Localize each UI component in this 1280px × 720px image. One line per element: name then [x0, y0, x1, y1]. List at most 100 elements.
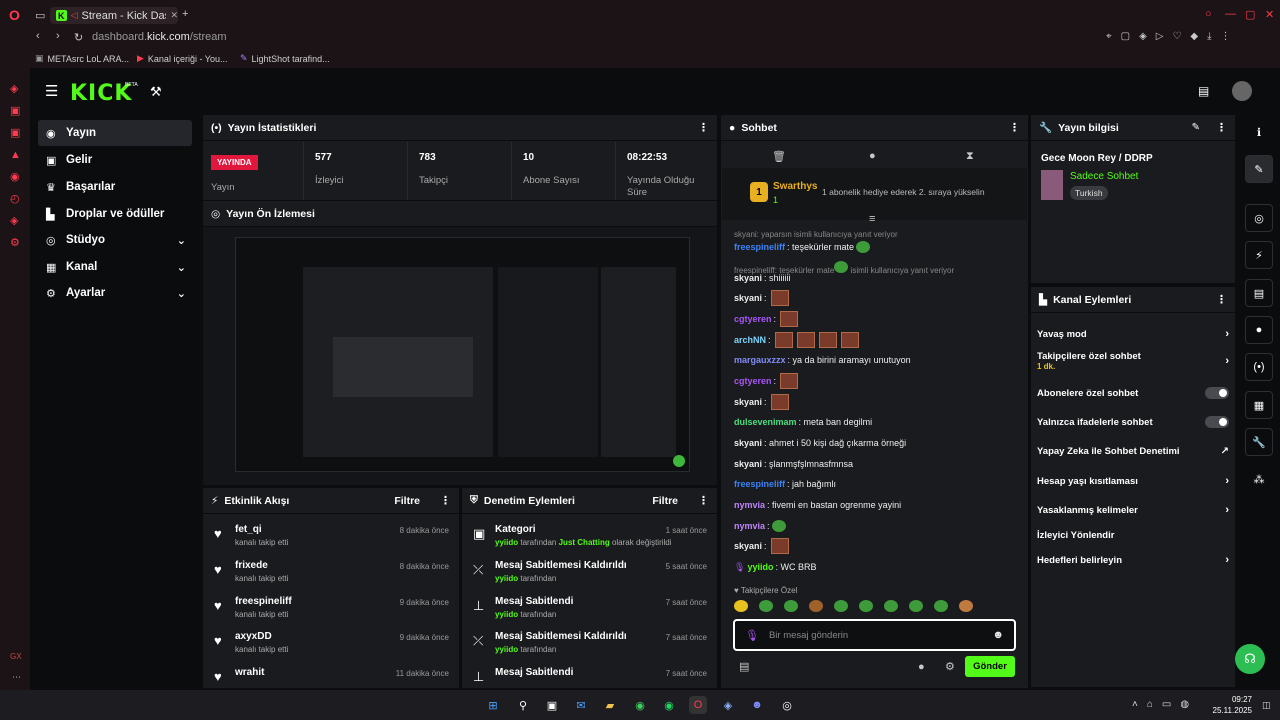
broadcast-icon[interactable]: (•) — [1245, 353, 1273, 381]
chat-message[interactable]: skyani: — [734, 538, 789, 554]
chat-message[interactable]: cgtyeren: — [734, 373, 799, 389]
toggle-switch[interactable] — [1205, 416, 1229, 428]
notification-icon[interactable]: ◫ — [1262, 700, 1271, 711]
moderation-item[interactable]: ⊥ Mesaj Sabitlendi yyiido tarafından 7 saat… — [462, 596, 717, 632]
store-icon[interactable]: ▤ — [739, 660, 749, 673]
chat-message[interactable]: skyani: şlanmşfşlmnasfmnsa — [734, 457, 853, 471]
close-tab-icon[interactable]: ✕ — [170, 10, 178, 21]
activity-item[interactable]: ♥ axyxDD kanalı takip etti 9 dakika önce — [203, 631, 459, 667]
store-icon[interactable]: ▤ — [1198, 84, 1209, 98]
moderation-filter-button[interactable]: Filtre — [652, 495, 678, 507]
action-sub-chat[interactable]: Abonelere özel sohbet — [1037, 382, 1229, 404]
chat-message[interactable]: nymvia: — [734, 519, 786, 533]
menu-icon[interactable]: ☰ — [45, 82, 58, 100]
folder-icon[interactable]: ▰ — [601, 696, 619, 714]
chat-message[interactable]: margauxzzx: ya da birini aramayı unutuyo… — [734, 353, 911, 367]
stream-preview-video[interactable] — [203, 227, 717, 485]
action-account-age[interactable]: Hesap yaşı kısıtlaması › — [1037, 470, 1229, 492]
chat-message[interactable]: archNN: — [734, 332, 859, 348]
moderation-item[interactable]: ⤫ Mesaj Sabitlemesi Kaldırıldı yyiido tara… — [462, 560, 717, 596]
bolt-icon[interactable]: ⚡ — [1245, 241, 1273, 269]
kick-logo[interactable]: KICK — [70, 81, 132, 106]
activity-item[interactable]: ♥ frixede kanalı takip etti 8 dakika önce — [203, 560, 459, 596]
chat-expand-icon[interactable]: ≡ — [869, 213, 875, 225]
more-icon[interactable]: ⋮ — [698, 121, 709, 134]
bookmark-1[interactable]: ▣ METAsrc LoL ARA... — [35, 53, 129, 64]
chat-message[interactable]: skyani: ahmet i 50 kişi dağ çıkarma örne… — [734, 436, 906, 450]
moderation-item[interactable]: ▣ Kategori yyiido tarafından Just Chatting… — [462, 524, 717, 560]
nav-settings[interactable]: ⚙ Ayarlar ⌄ — [38, 280, 192, 306]
support-icon[interactable]: ☊ — [1235, 644, 1265, 674]
chat-message[interactable]: skyani: — [734, 290, 789, 306]
more-icon[interactable]: ⋮ — [1216, 293, 1227, 306]
clock[interactable]: 09:27 25.11.2025 — [1212, 694, 1252, 716]
bookmark-2[interactable]: ▶ Kanal içeriği - You... — [137, 53, 227, 64]
minimize-icon[interactable]: — — [1225, 8, 1236, 20]
chat-settings-bubble-icon[interactable]: ● — [918, 661, 925, 673]
preview-icon[interactable]: ◎ — [1245, 204, 1273, 232]
network-app-icon[interactable]: ◈ — [719, 696, 737, 714]
search-icon[interactable]: ○ — [1205, 8, 1212, 20]
chat-message[interactable]: skyani: shiiiiii — [734, 271, 791, 285]
action-follower-chat[interactable]: Takipçilere özel sohbet 1 dk. › — [1037, 351, 1229, 375]
action-banned-words[interactable]: Yasaklanmış kelimeler › — [1037, 499, 1229, 521]
chat-message[interactable]: freespineliff: teşekürler mate — [734, 240, 871, 254]
activity-filter-button[interactable]: Filtre — [394, 495, 420, 507]
action-goals[interactable]: Hedefleri belirleyin › — [1037, 549, 1229, 571]
chat-icon[interactable]: ● — [1245, 316, 1273, 344]
whatsapp-icon[interactable]: ◉ — [631, 696, 649, 714]
toggle-switch[interactable] — [1205, 387, 1229, 399]
action-emote-only[interactable]: Yalnızca ifadelerle sohbet — [1037, 411, 1229, 433]
spotify-icon[interactable]: ◉ — [660, 696, 678, 714]
edit-icon[interactable]: ✎ — [1192, 122, 1200, 133]
search-icon[interactable]: ⚲ — [514, 696, 532, 714]
sidebar-more-icon[interactable]: ⋯ — [12, 672, 21, 683]
chat-message[interactable]: cgtyeren: — [734, 311, 799, 327]
tab-icon[interactable]: ▭ — [35, 9, 45, 22]
maximize-icon[interactable]: ▢ — [1245, 8, 1255, 21]
action-slow-mode[interactable]: Yavaş mod › — [1037, 323, 1229, 345]
mic-icon[interactable]: 🎙 — [745, 629, 759, 642]
sidebar-app-icons[interactable]: ◈ ▣ ▣ ▲ ◉ ◴ ◈ ⚙ — [10, 78, 21, 254]
more-icon[interactable]: ⋮ — [1009, 121, 1020, 134]
action-ai-moderation[interactable]: Yapay Zeka ile Sohbet Denetimi ↗ — [1037, 440, 1229, 462]
edit-icon[interactable]: ✎ — [1245, 155, 1273, 183]
more-icon[interactable]: ⋮ — [440, 494, 451, 507]
steam-icon[interactable]: ◎ — [778, 696, 796, 714]
activity-item[interactable]: ♥ freespineliff kanalı takip etti 9 dakika … — [203, 596, 459, 632]
opera-logo-icon[interactable]: O — [9, 7, 20, 23]
more-icon[interactable]: ⋮ — [1216, 121, 1227, 134]
chat-input[interactable]: 🎙 Bir mesaj gönderin ☻ — [733, 619, 1016, 651]
mail-icon[interactable]: ✉ — [572, 696, 590, 714]
apps-icon[interactable]: ⁂ — [1245, 465, 1273, 493]
chat-message[interactable]: skyani: — [734, 394, 789, 410]
nav-revenue[interactable]: ▣ Gelir — [38, 147, 192, 173]
browser-toolbar-icons[interactable]: ⌖▢◈▷♡◆⤓⋮ — [1106, 31, 1240, 42]
chat-message[interactable]: 🎙 yyiido: WC BRB — [734, 560, 816, 574]
chat-bubble-icon[interactable]: ● — [869, 150, 876, 162]
avatar[interactable] — [1232, 81, 1252, 101]
send-button[interactable]: Gönder — [965, 656, 1015, 677]
layout-icon[interactable]: ▦ — [1245, 391, 1273, 419]
more-icon[interactable]: ⋮ — [698, 494, 709, 507]
nav-achievements[interactable]: ♛ Başarılar — [38, 174, 192, 200]
store-app-icon[interactable]: ▣ — [543, 696, 561, 714]
reload-icon[interactable]: ↻ — [74, 31, 83, 44]
url-field[interactable]: dashboard.kick.com/stream — [92, 31, 227, 43]
document-icon[interactable]: ▤ — [1245, 279, 1273, 307]
info-icon[interactable]: ℹ — [1245, 118, 1273, 146]
trash-icon[interactable]: 🗑 — [772, 150, 786, 163]
opera-gx-icon[interactable]: O — [689, 696, 707, 714]
hammer-icon[interactable]: ⚒ — [150, 84, 162, 100]
chat-message[interactable]: dulsevenimam: meta ban degilmi — [734, 415, 872, 429]
activity-item[interactable]: ♥ wrahit 11 dakika önce — [203, 667, 459, 687]
discord-icon[interactable]: ☻ — [748, 696, 766, 714]
activity-item[interactable]: ♥ fet_qi kanalı takip etti 8 dakika önce — [203, 524, 459, 560]
emoji-icon[interactable]: ☻ — [992, 629, 1004, 641]
back-icon[interactable]: ‹ — [36, 30, 40, 42]
close-window-icon[interactable]: ✕ — [1265, 8, 1274, 21]
bookmark-3[interactable]: ✎ LightShot tarafind... — [240, 53, 330, 64]
moderation-item[interactable]: ⤫ Mesaj Sabitlemesi Kaldırıldı yyiido tara… — [462, 631, 717, 667]
nav-studio[interactable]: ◎ Stüdyo ⌄ — [38, 227, 192, 253]
sidebar-gx-icon[interactable]: GX — [10, 652, 22, 661]
